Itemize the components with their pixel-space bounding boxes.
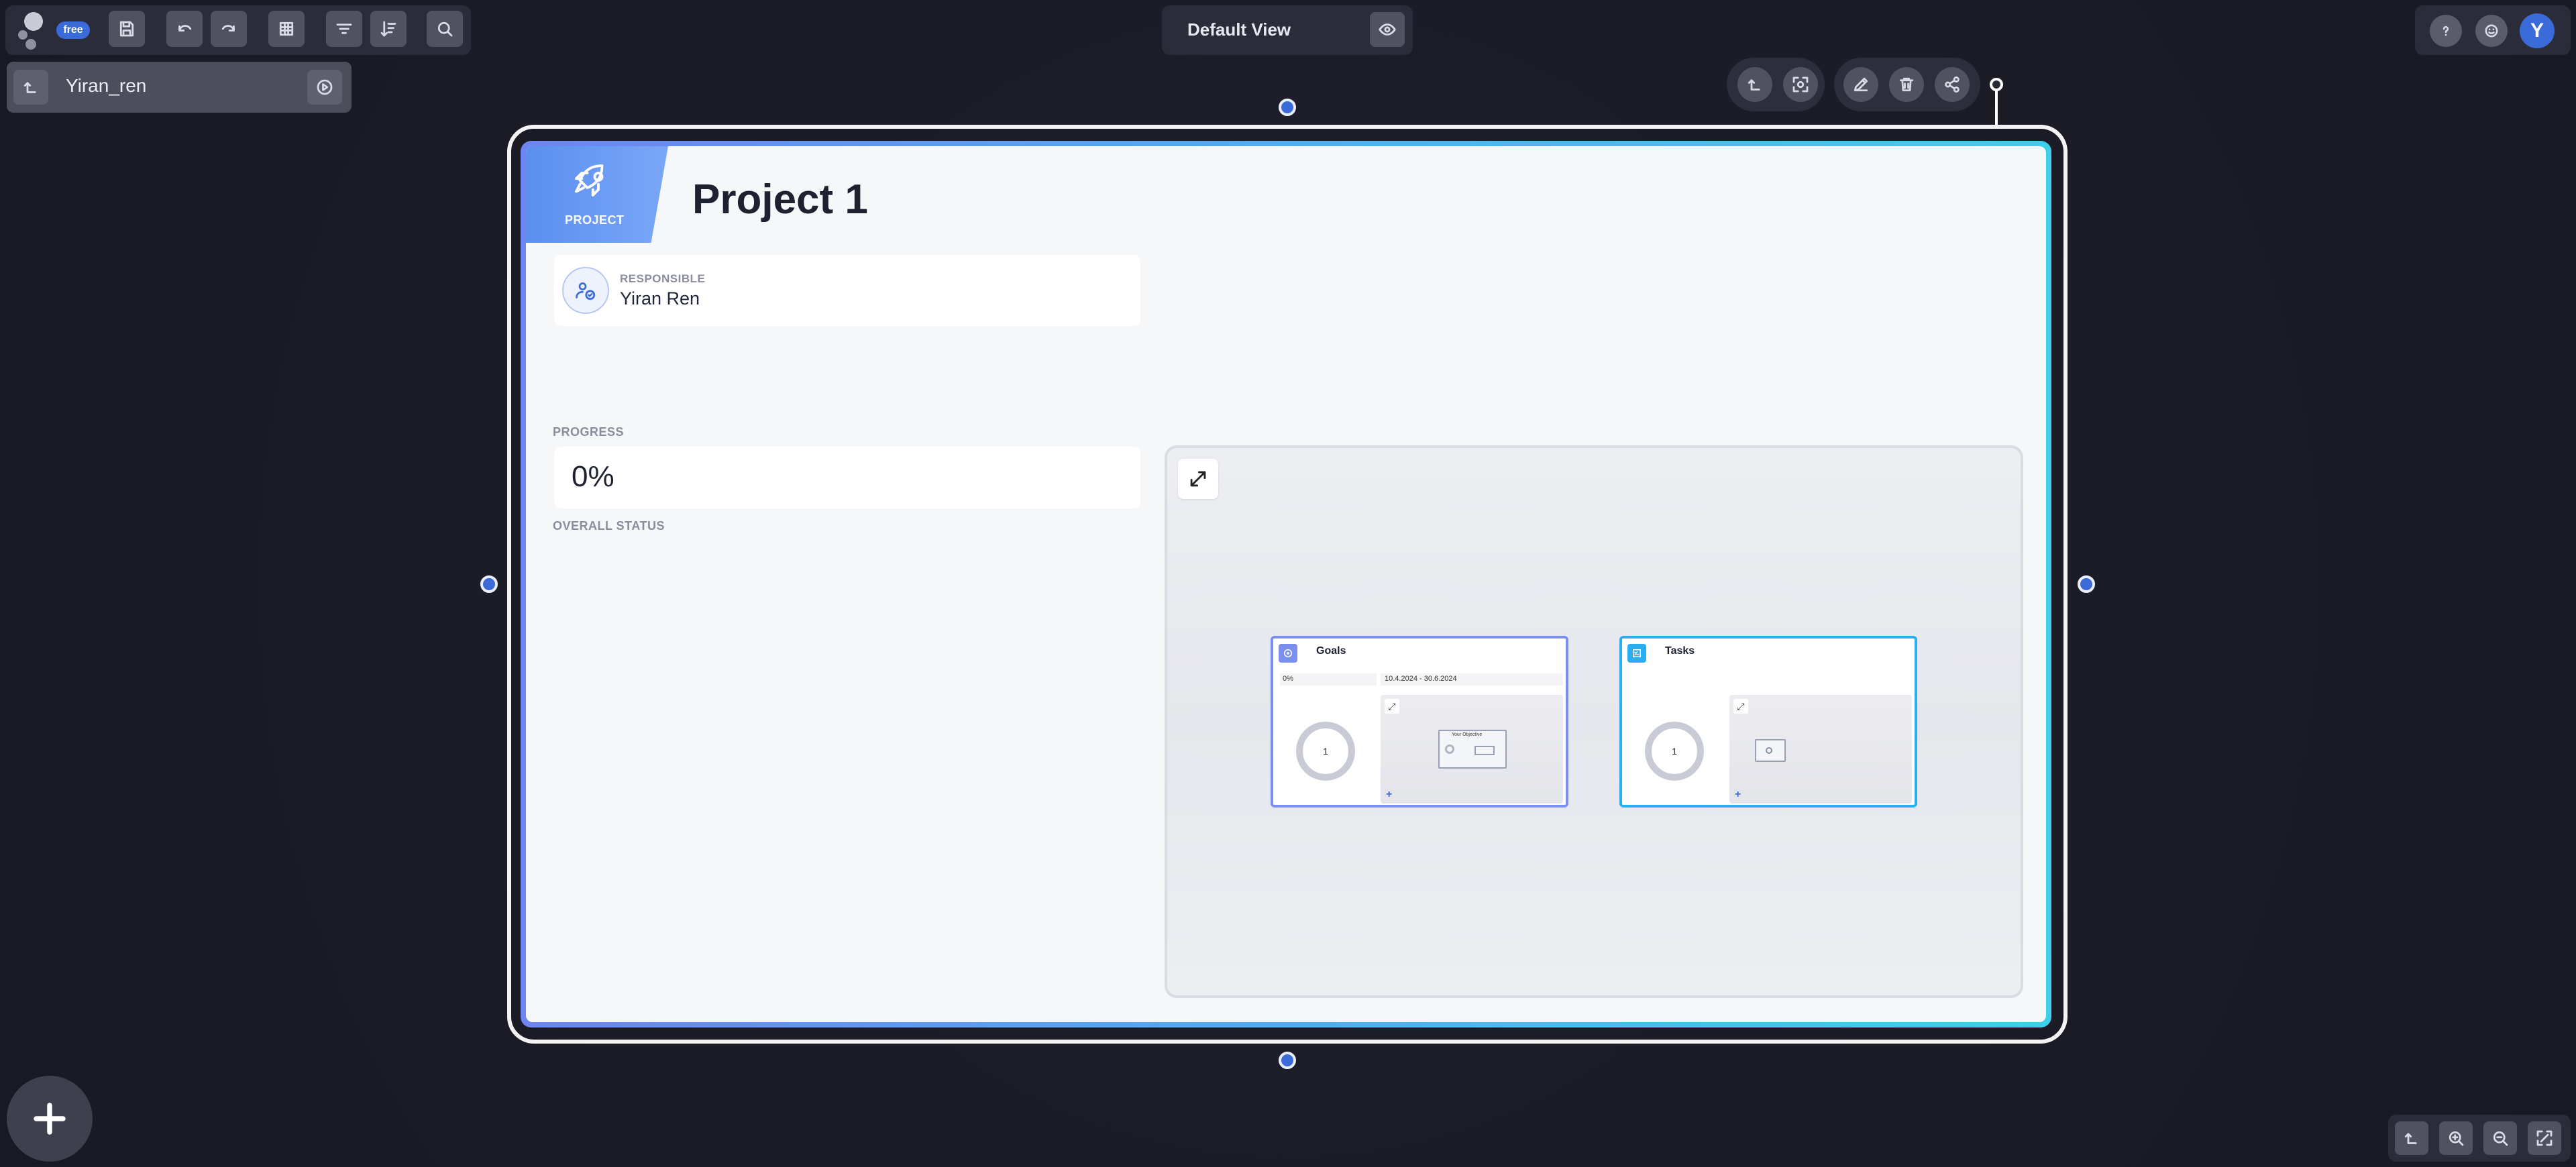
expand-icon: [1190, 471, 1206, 487]
goals-percent-field: [1280, 673, 1377, 685]
level-up-icon: [1748, 79, 1760, 91]
goals-title: Goals: [1316, 645, 1346, 657]
plan-badge: free: [56, 21, 90, 39]
goals-percent: 0%: [1283, 675, 1293, 683]
resize-handle-top[interactable]: [1279, 99, 1296, 116]
avatar[interactable]: Y: [2520, 13, 2555, 48]
responsible-icon: [562, 267, 609, 314]
tasks-count: 1: [1672, 746, 1677, 757]
connector-handle[interactable]: [1990, 78, 2003, 91]
project-title[interactable]: Project 1: [692, 176, 868, 223]
tasks-inner-node: [1755, 739, 1786, 762]
zoom-out-icon: [2493, 1131, 2508, 1146]
help-icon: [2443, 25, 2449, 36]
rocket-icon: [569, 158, 613, 203]
node-delete-button[interactable]: [1889, 67, 1924, 102]
share-icon: [1945, 76, 1960, 93]
responsible-label: RESPONSIBLE: [620, 272, 706, 285]
logo-icon[interactable]: [13, 9, 54, 50]
goals-header-icon: [1279, 644, 1297, 663]
goals-date-range: 10.4.2024 - 30.6.2024: [1385, 675, 1457, 683]
search-icon: [437, 21, 453, 37]
zoom-out-button[interactable]: [2483, 1121, 2517, 1155]
view-name[interactable]: Default View: [1187, 19, 1291, 40]
grid-icon: [279, 21, 294, 36]
redo-button[interactable]: [211, 11, 247, 47]
goals-count: 1: [1323, 746, 1328, 757]
add-node-button[interactable]: [7, 1076, 93, 1162]
expand-button[interactable]: [1178, 459, 1218, 499]
grid-button[interactable]: [268, 11, 305, 47]
smiley-icon: [2485, 24, 2498, 38]
edit-icon: [1854, 77, 1868, 92]
resize-handle-left[interactable]: [480, 575, 498, 593]
save-icon: [119, 21, 134, 37]
delete-icon: [1899, 77, 1914, 92]
progress-label: PROGRESS: [553, 425, 625, 439]
goals-expand-icon: ⤢: [1385, 699, 1399, 714]
feedback-button[interactable]: [2475, 15, 2508, 47]
fit-view-button[interactable]: [2528, 1121, 2561, 1155]
goals-add-icon: +: [1386, 789, 1393, 800]
filter-button[interactable]: [326, 11, 362, 47]
progress-value: 0%: [572, 460, 614, 493]
zoom-in-icon: [2449, 1131, 2464, 1146]
search-button[interactable]: [427, 11, 463, 47]
progress-field[interactable]: [554, 447, 1140, 508]
tasks-header-icon: [1627, 644, 1646, 663]
avatar-initial: Y: [2530, 19, 2544, 42]
redo-icon: [221, 25, 235, 32]
goals-inner-node: Your Objective: [1438, 730, 1507, 769]
tasks-counter-ring: 1: [1645, 722, 1704, 781]
breadcrumb-up-button[interactable]: [13, 70, 48, 105]
tasks-expand-icon: ⤢: [1733, 699, 1748, 714]
help-button[interactable]: [2430, 15, 2462, 47]
node-up-button[interactable]: [1737, 67, 1772, 102]
resize-handle-right[interactable]: [2078, 575, 2095, 593]
play-circle-icon: [317, 79, 333, 95]
breadcrumb-label[interactable]: Yiran_ren: [66, 75, 146, 97]
save-button[interactable]: [109, 11, 145, 47]
tasks-card[interactable]: Tasks 1 ⤢ +: [1619, 636, 1917, 808]
tasks-add-icon: +: [1735, 789, 1741, 800]
tasks-title: Tasks: [1665, 645, 1695, 657]
sort-icon: [380, 21, 396, 37]
node-focus-button[interactable]: [1783, 67, 1818, 102]
zoom-in-button[interactable]: [2439, 1121, 2473, 1155]
level-up-icon: [2404, 1133, 2417, 1144]
level-up-icon: [23, 82, 36, 93]
plan-badge-label: free: [63, 24, 83, 36]
plus-icon: [34, 1103, 66, 1135]
undo-button[interactable]: [166, 11, 203, 47]
node-share-button[interactable]: [1935, 67, 1970, 102]
goals-inner-title: Your Objective: [1452, 732, 1483, 737]
filter-icon: [336, 23, 352, 34]
goals-counter-ring: 1: [1296, 722, 1355, 781]
breadcrumb: [7, 62, 352, 113]
goals-card[interactable]: Goals 0% 10.4.2024 - 30.6.2024 1 ⤢ Your …: [1271, 636, 1568, 808]
focus-icon: [1792, 76, 1809, 93]
eye-icon: [1379, 23, 1396, 36]
breadcrumb-play-button[interactable]: [307, 70, 342, 105]
responsible-name: Yiran Ren: [620, 288, 700, 309]
fit-icon: [2536, 1130, 2553, 1146]
undo-icon: [178, 25, 192, 32]
project-type-label: PROJECT: [565, 213, 625, 227]
node-edit-button[interactable]: [1843, 67, 1878, 102]
view-visibility-button[interactable]: [1370, 12, 1405, 47]
overall-status-label: OVERALL STATUS: [553, 519, 665, 533]
zoom-up-button[interactable]: [2395, 1121, 2428, 1155]
sort-button[interactable]: [370, 11, 407, 47]
resize-handle-bottom[interactable]: [1279, 1052, 1296, 1069]
